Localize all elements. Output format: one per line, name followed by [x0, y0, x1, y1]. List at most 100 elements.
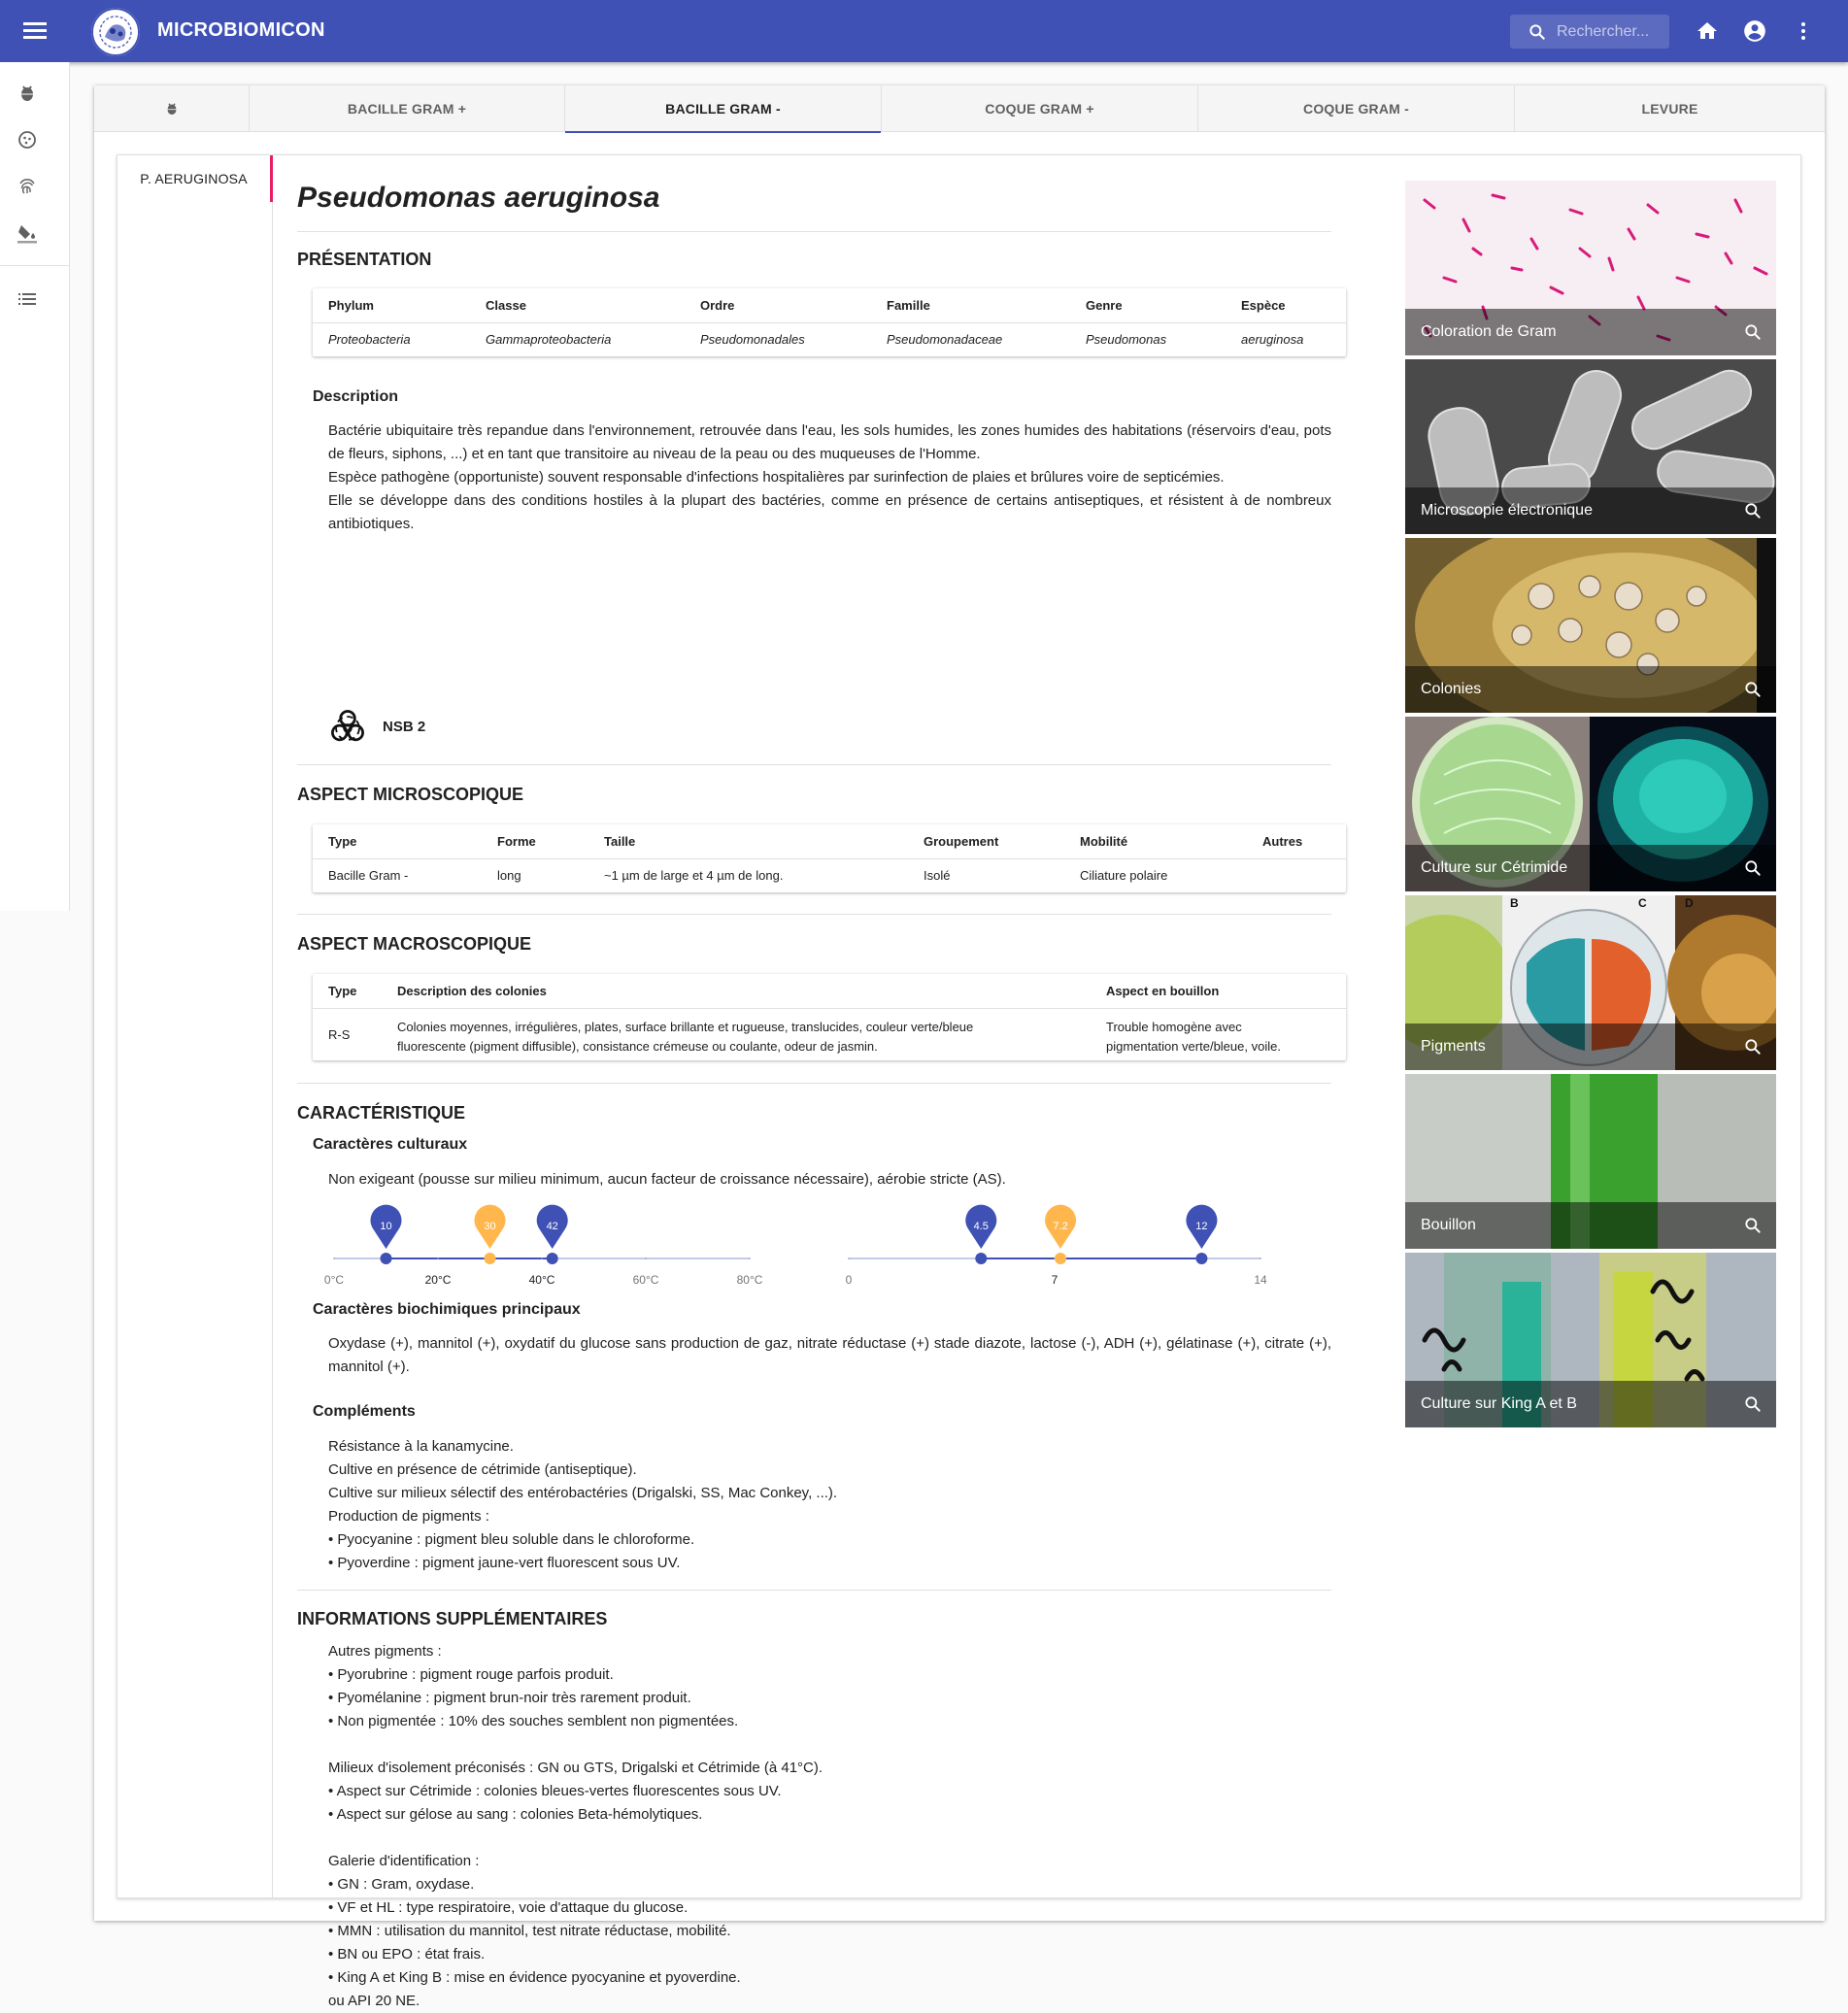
species-nav-item[interactable]: P. AERUGINOSA [118, 155, 273, 202]
zoom-icon[interactable] [1743, 501, 1763, 520]
complement-line: Production de pigments : [328, 1508, 489, 1525]
app-logo[interactable] [91, 8, 140, 56]
plate-label: B [1510, 896, 1519, 910]
section-additional-info: INFORMATIONS SUPPLÉMENTAIRES [297, 1609, 608, 1628]
microscopic-table: Type Forme Taille Groupement Mobilité Au… [313, 824, 1346, 892]
divider [297, 914, 1331, 915]
temperature-slider-thumb [546, 1253, 558, 1264]
divider [297, 1590, 1331, 1591]
menu-icon[interactable] [21, 19, 49, 43]
table-header: Genre [1086, 298, 1123, 313]
temperature-slider-pin-label: 10 [380, 1221, 391, 1232]
zoom-icon[interactable] [1743, 858, 1763, 878]
zoom-icon[interactable] [1743, 1216, 1763, 1235]
tile-caption-text: Colonies [1421, 681, 1482, 697]
zoom-icon[interactable] [1743, 680, 1763, 699]
divider [297, 231, 1331, 232]
biochem-heading: Caractères biochimiques principaux [313, 1301, 581, 1318]
table-cell: Pseudomonadales [700, 332, 805, 347]
info-line: • MMN : utilisation du mannitol, test ni… [328, 1923, 731, 1939]
gallery-tile-cetrimide[interactable]: Culture sur Cétrimide [1405, 717, 1776, 891]
more-vert-icon[interactable] [1792, 19, 1815, 43]
gallery-tile-king[interactable]: Culture sur King A et B [1405, 1253, 1776, 1427]
tab-all[interactable] [94, 85, 249, 132]
tab-bacille-gram-minus[interactable]: BACILLE GRAM - [564, 85, 881, 133]
table-header: Type [328, 984, 357, 998]
tab-coque-gram-minus[interactable]: COQUE GRAM - [1197, 85, 1514, 132]
info-line: Galerie d'identification : [328, 1853, 480, 1869]
gallery-tile-bouillon[interactable]: Bouillon [1405, 1074, 1776, 1249]
virus-icon[interactable] [16, 128, 39, 151]
table-cell: Pseudomonas [1086, 332, 1167, 347]
complements-text: Résistance à la kanamycine. Cultive en p… [328, 1435, 1331, 1575]
species-panel: P. AERUGINOSA Pseudomonas aeruginosa PRÉ… [117, 154, 1801, 2009]
table-header: Phylum [328, 298, 374, 313]
fingerprint-icon[interactable] [16, 175, 39, 198]
main-card: BACILLE GRAM + BACILLE GRAM - COQUE GRAM… [94, 85, 1825, 2009]
description-text: Bactérie ubiquitaire très repandue dans … [328, 419, 1331, 536]
ph-slider-tick-label: 0 [846, 1273, 853, 1287]
ph-slider-pin-label: 7.2 [1053, 1221, 1067, 1232]
info-line: • Pyomélanine : pigment brun-noir très r… [328, 1690, 691, 1706]
table-header: Groupement [924, 834, 999, 849]
gallery-tile-gram-stain[interactable]: Coloration de Gram [1405, 181, 1776, 355]
tile-caption-text: Culture sur Cétrimide [1421, 859, 1568, 876]
stain-bucket-icon[interactable] [16, 221, 39, 245]
table-header: Aspect en bouillon [1106, 984, 1220, 998]
divider [297, 1083, 1331, 1084]
app-title[interactable]: MICROBIOMICON [157, 19, 325, 42]
ph-slider-tick-label: 7 [1052, 1273, 1058, 1287]
ph-slider-tick-label: 14 [1254, 1273, 1267, 1287]
account-icon[interactable] [1742, 18, 1767, 44]
table-cell: Isolé [924, 868, 951, 883]
bacteria-icon [167, 103, 176, 115]
home-icon[interactable] [1696, 19, 1719, 43]
nsb-level: NSB 2 [383, 719, 426, 735]
search-input[interactable] [1557, 20, 1663, 44]
zoom-icon[interactable] [1743, 1394, 1763, 1414]
info-line: • VF et HL : type respiratoire, voie d'a… [328, 1899, 689, 1916]
divider [297, 764, 1331, 765]
section-macroscopic: ASPECT MACROSCOPIQUE [297, 934, 532, 954]
tile-caption: Culture sur Cétrimide [1405, 845, 1776, 891]
table-header: Autres [1262, 834, 1303, 849]
info-line: • Pyorubrine : pigment rouge parfois pro… [328, 1666, 614, 1683]
section-presentation: PRÉSENTATION [297, 250, 432, 269]
tab-levure[interactable]: LEVURE [1514, 85, 1825, 132]
info-line: Milieux d'isolement préconisés : GN ou G… [328, 1760, 823, 1776]
bacteria-icon[interactable] [16, 82, 39, 105]
tab-coque-gram-plus[interactable]: COQUE GRAM + [881, 85, 1197, 132]
tab-bacille-gram-plus[interactable]: BACILLE GRAM + [249, 85, 564, 132]
ph-slider-thumb [975, 1253, 988, 1264]
range-sliders: 0°C 20°C 40°C 60°C 80°C 10 30 42 0 7 14 4.5 7.2 12 [324, 1204, 1267, 1287]
description-heading: Description [313, 388, 399, 405]
search-icon [1529, 24, 1545, 40]
gallery-tile-electron-microscopy[interactable]: Microscopie électronique [1405, 359, 1776, 534]
temperature-slider-pin-label: 30 [484, 1221, 495, 1232]
table-header: Ordre [700, 298, 735, 313]
row-divider [313, 858, 1346, 859]
table-cell: long [497, 868, 521, 883]
plate-label: D [1685, 896, 1694, 910]
culture-text: Non exigeant (pousse sur milieu minimum,… [328, 1171, 1006, 1188]
complements-heading: Compléments [313, 1403, 416, 1420]
macro-desc-line: Colonies moyennes, irrégulières, plates,… [397, 1020, 974, 1034]
complement-line: Résistance à la kanamycine. [328, 1438, 514, 1455]
gallery-tile-pigments[interactable]: B C D Pigments [1405, 895, 1776, 1070]
tile-caption-text: Microscopie électronique [1421, 502, 1593, 519]
bouillon-line: pigmentation verte/bleue, voile. [1106, 1039, 1281, 1054]
gallery-tile-colonies[interactable]: Colonies [1405, 538, 1776, 713]
side-rail [0, 62, 70, 911]
search-box[interactable] [1510, 15, 1669, 49]
list-icon[interactable] [16, 287, 39, 311]
culture-heading: Caractères culturaux [313, 1136, 468, 1153]
zoom-icon[interactable] [1743, 322, 1763, 342]
temperature-slider-tick-label: 20°C [425, 1273, 452, 1287]
table-header: Type [328, 834, 357, 849]
zoom-icon[interactable] [1743, 1037, 1763, 1057]
temperature-slider-tick-label: 80°C [737, 1273, 763, 1287]
macroscopic-table: Type Description des colonies Aspect en … [313, 974, 1346, 1060]
tile-caption-text: Pigments [1421, 1038, 1486, 1055]
description-line: Elle se développe dans des conditions ho… [328, 492, 1331, 532]
